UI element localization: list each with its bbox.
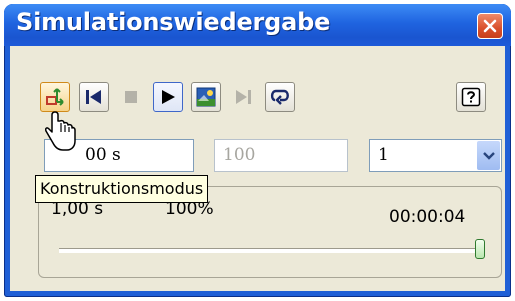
close-icon	[483, 19, 497, 33]
construction-mode-icon	[46, 88, 64, 106]
stop-button[interactable]	[116, 82, 146, 112]
close-button[interactable]	[477, 13, 503, 39]
record-animation-icon	[196, 87, 216, 107]
step-dropdown-value: 1	[378, 145, 389, 165]
loop-icon	[270, 89, 289, 105]
step-dropdown[interactable]: 1	[369, 139, 502, 172]
end-time-label: 00:00:04	[389, 207, 466, 227]
play-button[interactable]	[153, 82, 183, 112]
percent-input[interactable]: 100	[214, 139, 348, 172]
skip-to-end-button[interactable]	[228, 82, 258, 112]
title-bar[interactable]: Simulationswiedergabe	[4, 4, 511, 46]
record-animation-button[interactable]	[191, 82, 221, 112]
skip-to-start-icon	[86, 90, 101, 104]
tooltip-text: Konstruktionsmodus	[40, 179, 204, 198]
help-button[interactable]	[456, 82, 486, 112]
construction-mode-button[interactable]	[40, 82, 70, 112]
hand-cursor-icon	[45, 111, 76, 151]
dropdown-arrow-button[interactable]	[477, 141, 500, 170]
playback-slider-thumb[interactable]	[475, 239, 485, 259]
stop-icon	[125, 91, 137, 103]
tooltip: Konstruktionsmodus	[35, 175, 209, 203]
simulation-playback-window: Simulationswiedergabe 00 s 100 1 1,00 s …	[4, 4, 511, 297]
play-icon	[162, 90, 175, 104]
window-title: Simulationswiedergabe	[16, 8, 331, 36]
loop-button[interactable]	[265, 82, 295, 112]
dialog-body: 00 s 100 1 1,00 s 100% 00:00:04	[10, 46, 505, 291]
chevron-down-icon	[482, 151, 495, 160]
skip-to-end-icon	[236, 90, 251, 104]
time-input-value: 00 s	[85, 145, 121, 165]
playback-slider-track[interactable]	[59, 248, 483, 253]
help-icon	[461, 87, 481, 107]
skip-to-start-button[interactable]	[79, 82, 109, 112]
percent-input-value: 100	[223, 145, 256, 165]
